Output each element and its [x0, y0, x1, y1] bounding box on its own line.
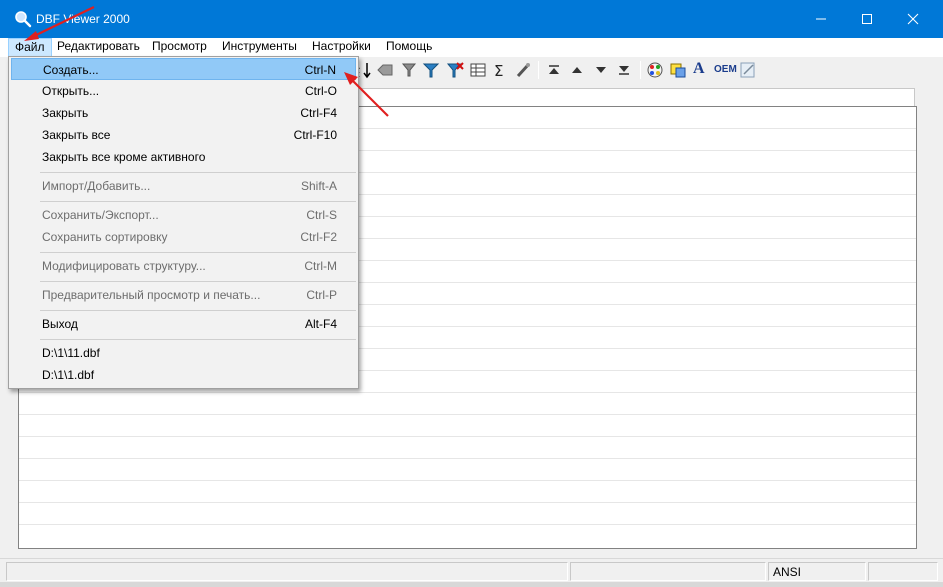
menu-item-shortcut: Ctrl-P	[306, 288, 337, 302]
menu-item-label: Закрыть все кроме активного	[42, 150, 206, 164]
status-cell-encoding: ANSI	[768, 562, 866, 581]
svg-text:Σ: Σ	[494, 62, 503, 79]
funnel-icon[interactable]	[422, 61, 440, 79]
menu-item-open[interactable]: Открыть... Ctrl-O	[11, 80, 356, 102]
oem-icon[interactable]: OEM	[714, 64, 737, 75]
encoding-label: ANSI	[773, 565, 802, 579]
menu-separator	[40, 201, 356, 202]
menu-item-shortcut: Ctrl-S	[306, 208, 337, 222]
window-bottom-edge	[0, 582, 943, 587]
menu-item-label: Создать...	[43, 63, 99, 77]
toolbar-separator	[640, 61, 641, 79]
menu-item-shortcut: Alt-F4	[304, 317, 337, 331]
annotation-arrow-icon	[344, 72, 389, 117]
minimize-button[interactable]	[798, 0, 844, 38]
sum-icon[interactable]: Σ	[492, 61, 510, 79]
menu-item-exit[interactable]: Выход Alt-F4	[11, 313, 356, 335]
grid-row-line	[19, 480, 916, 481]
menu-item-import[interactable]: Импорт/Добавить... Shift-A	[11, 175, 356, 197]
menu-item-label: Сохранить/Экспорт...	[42, 208, 159, 222]
close-icon	[907, 13, 919, 25]
last-record-icon[interactable]	[615, 61, 633, 79]
menu-item-close-all[interactable]: Закрыть все Ctrl-F10	[11, 124, 356, 146]
close-button[interactable]	[890, 0, 936, 38]
menu-separator	[40, 339, 356, 340]
table-icon[interactable]	[469, 61, 487, 79]
next-record-icon[interactable]	[592, 61, 610, 79]
status-cell-extra	[868, 562, 938, 581]
menu-item-label: Модифицировать структуру...	[42, 259, 206, 273]
color-palette-icon[interactable]	[646, 61, 664, 79]
first-record-icon[interactable]	[545, 61, 563, 79]
menu-settings[interactable]: Настройки	[306, 38, 377, 57]
menu-item-label: Закрыть все	[42, 128, 111, 142]
menu-item-label: Сохранить сортировку	[42, 230, 168, 244]
grid-row-line	[19, 436, 916, 437]
title-bar: DBF Viewer 2000	[0, 0, 943, 38]
grid-row-line	[19, 502, 916, 503]
menu-item-label: Импорт/Добавить...	[42, 179, 151, 193]
menu-item-shortcut: Ctrl-F4	[300, 106, 337, 120]
menu-item-close[interactable]: Закрыть Ctrl-F4	[11, 102, 356, 124]
status-cell-main	[6, 562, 568, 581]
menu-item-modify-structure[interactable]: Модифицировать структуру... Ctrl-M	[11, 255, 356, 277]
status-cell-info	[570, 562, 766, 581]
highlight-icon[interactable]	[669, 61, 687, 79]
menu-separator	[40, 172, 356, 173]
menu-item-recent-file[interactable]: D:\1\11.dbf	[11, 342, 356, 364]
menu-item-print-preview[interactable]: Предварительный просмотр и печать... Ctr…	[11, 284, 356, 306]
menu-item-shortcut: Ctrl-M	[304, 259, 337, 273]
font-icon[interactable]: A	[693, 60, 705, 78]
menu-help[interactable]: Помощь	[380, 38, 438, 57]
menu-bar: Файл Редактировать Просмотр Инструменты …	[0, 38, 943, 57]
menu-item-label: Выход	[42, 317, 78, 331]
annotation-arrow-icon	[24, 6, 95, 41]
menu-item-close-all-except-active[interactable]: Закрыть все кроме активного	[11, 146, 356, 168]
grid-row-line	[19, 414, 916, 415]
menu-item-save-export[interactable]: Сохранить/Экспорт... Ctrl-S	[11, 204, 356, 226]
minimize-icon	[816, 18, 826, 20]
clear-filter-icon[interactable]	[446, 61, 464, 79]
menu-item-label: Закрыть	[42, 106, 89, 120]
brush-icon[interactable]	[514, 61, 532, 79]
menu-item-recent-file[interactable]: D:\1\1.dbf	[11, 364, 356, 386]
file-menu-dropdown: Создать... Ctrl-N Открыть... Ctrl-O Закр…	[8, 56, 359, 389]
menu-item-label: D:\1\11.dbf	[42, 346, 100, 360]
menu-item-label: D:\1\1.dbf	[42, 368, 95, 382]
menu-item-label: Предварительный просмотр и печать...	[42, 288, 261, 302]
maximize-icon	[862, 14, 872, 24]
edit-document-icon[interactable]	[739, 61, 757, 79]
menu-separator	[40, 310, 356, 311]
menu-view[interactable]: Просмотр	[146, 38, 213, 57]
menu-item-create[interactable]: Создать... Ctrl-N	[11, 58, 356, 80]
status-bar: ANSI	[0, 558, 943, 582]
menu-item-shortcut: Ctrl-F10	[293, 128, 337, 142]
menu-item-shortcut: Ctrl-N	[304, 63, 336, 77]
menu-item-label: Открыть...	[42, 84, 100, 98]
menu-item-shortcut: Ctrl-O	[305, 84, 337, 98]
filter-icon[interactable]	[400, 61, 418, 79]
menu-item-shortcut: Ctrl-F2	[300, 230, 337, 244]
menu-separator	[40, 281, 356, 282]
prev-record-icon[interactable]	[568, 61, 586, 79]
menu-tools[interactable]: Инструменты	[216, 38, 303, 57]
grid-row-line	[19, 524, 916, 525]
grid-row-line	[19, 392, 916, 393]
toolbar-separator	[538, 61, 539, 79]
maximize-button[interactable]	[844, 0, 890, 38]
menu-item-save-sort[interactable]: Сохранить сортировку Ctrl-F2	[11, 226, 356, 248]
grid-row-line	[19, 458, 916, 459]
menu-item-shortcut: Shift-A	[300, 179, 337, 193]
menu-separator	[40, 252, 356, 253]
